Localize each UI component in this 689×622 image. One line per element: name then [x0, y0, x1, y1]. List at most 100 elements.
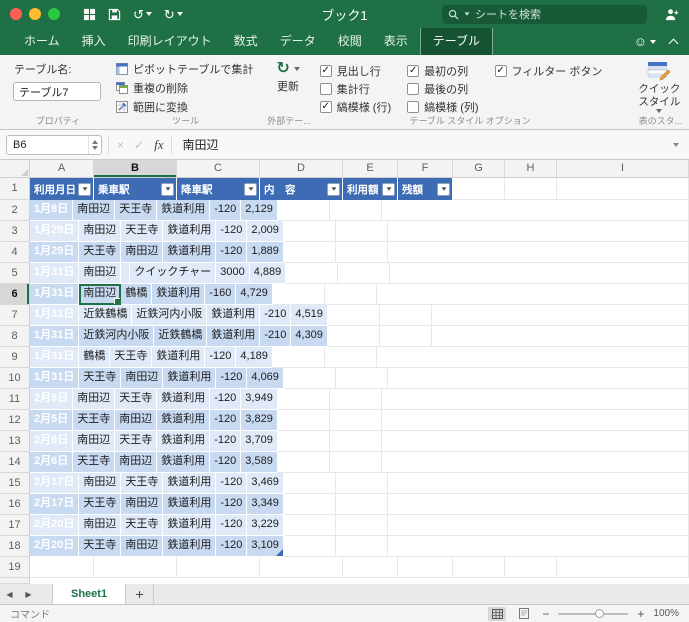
empty-cell[interactable]	[453, 557, 505, 578]
tab-page-layout[interactable]: 印刷レイアウト	[118, 26, 222, 55]
cell-A17[interactable]: 2月20日	[30, 515, 80, 536]
cell-A13[interactable]: 2月6日	[30, 431, 74, 452]
table-header-cell-F1[interactable]: 残額	[398, 178, 453, 200]
refresh-button[interactable]: ↻ 更新	[268, 60, 307, 95]
cell-F18[interactable]: 3,109	[247, 536, 284, 557]
cell-C17[interactable]: 天王寺	[121, 515, 164, 536]
cell-E4[interactable]: -120	[216, 242, 248, 263]
style-option-0[interactable]: ✓ 見出し行	[319, 64, 391, 78]
cell-E13[interactable]: -120	[210, 431, 242, 452]
tab-review[interactable]: 校閲	[328, 26, 372, 55]
cell-A12[interactable]: 2月5日	[30, 410, 74, 431]
empty-cell[interactable]	[387, 242, 689, 263]
cell-F2[interactable]: 2,129	[241, 200, 278, 221]
empty-cell[interactable]	[557, 178, 689, 200]
minimize-window-button[interactable]	[29, 8, 41, 20]
cell-E14[interactable]: -120	[210, 452, 242, 473]
refresh-dropdown-caret-icon[interactable]	[293, 67, 300, 71]
empty-cell[interactable]	[343, 557, 398, 578]
cell-E17[interactable]: -120	[216, 515, 248, 536]
empty-cell[interactable]	[379, 305, 432, 326]
empty-cell[interactable]	[387, 221, 689, 242]
sheet-nav-left-icon[interactable]: ◀	[0, 584, 19, 604]
cell-B10[interactable]: 天王寺	[79, 368, 122, 389]
empty-cell[interactable]	[335, 494, 388, 515]
column-header-C[interactable]: C	[177, 160, 260, 178]
cell-B5[interactable]: 南田辺	[79, 263, 122, 284]
cell-F17[interactable]: 3,229	[247, 515, 284, 536]
column-header-I[interactable]: I	[557, 160, 689, 178]
cell-F5[interactable]: 4,889	[249, 263, 287, 284]
cell-B13[interactable]: 南田辺	[73, 431, 116, 452]
cell-B18[interactable]: 天王寺	[79, 536, 122, 557]
cell-E9[interactable]: -120	[205, 347, 237, 368]
cell-E16[interactable]: -120	[216, 494, 248, 515]
cell-B8[interactable]: 近鉄河内小阪	[79, 326, 155, 347]
cell-E2[interactable]: -120	[210, 200, 242, 221]
empty-cell[interactable]	[277, 200, 330, 221]
style-option-5[interactable]: 縞模様 (列)	[407, 100, 479, 114]
tab-insert[interactable]: 挿入	[72, 26, 116, 55]
empty-cell[interactable]	[286, 263, 339, 284]
cell-A4[interactable]: 1月29日	[30, 242, 80, 263]
cell-A14[interactable]: 2月6日	[30, 452, 74, 473]
cell-B17[interactable]: 南田辺	[79, 515, 122, 536]
checkbox-icon[interactable]: ✓	[319, 101, 332, 113]
row-header-14[interactable]: 14	[0, 452, 30, 473]
empty-cell[interactable]	[379, 326, 432, 347]
empty-cell[interactable]	[329, 200, 382, 221]
empty-cell[interactable]	[283, 536, 336, 557]
row-header-2[interactable]: 2	[0, 200, 30, 221]
style-option-2[interactable]: ✓ 縞模様 (行)	[319, 100, 391, 114]
empty-cell[interactable]	[324, 284, 377, 305]
table-header-cell-E1[interactable]: 利用額	[343, 178, 398, 200]
row-header-6[interactable]: 6	[0, 284, 30, 305]
name-box[interactable]	[6, 134, 102, 155]
empty-cell[interactable]	[390, 263, 689, 284]
cell-A6[interactable]: 1月31日	[30, 284, 80, 305]
table-header-cell-D1[interactable]: 内 容	[260, 178, 343, 200]
row-header-18[interactable]: 18	[0, 536, 30, 557]
sheet-tab-sheet1[interactable]: Sheet1	[52, 584, 127, 604]
empty-cell[interactable]	[381, 410, 689, 431]
empty-cell[interactable]	[338, 263, 391, 284]
cell-F13[interactable]: 3,709	[241, 431, 278, 452]
empty-cell[interactable]	[505, 557, 557, 578]
checkbox-icon[interactable]	[319, 83, 332, 95]
row-header-3[interactable]: 3	[0, 221, 30, 242]
cell-C3[interactable]: 天王寺	[121, 221, 164, 242]
empty-cell[interactable]	[327, 326, 380, 347]
cell-E8[interactable]: -210	[260, 326, 292, 347]
expand-formula-bar-icon[interactable]	[673, 142, 679, 147]
style-option-1[interactable]: 集計行	[319, 82, 391, 96]
feedback-smiley-button[interactable]: ☺	[634, 34, 656, 49]
stepper-down-icon[interactable]	[92, 145, 98, 150]
filter-button[interactable]	[161, 182, 174, 196]
row-header-12[interactable]: 12	[0, 410, 30, 431]
cell-C9[interactable]: 天王寺	[110, 347, 153, 368]
empty-cell[interactable]	[335, 221, 388, 242]
row-header-9[interactable]: 9	[0, 347, 30, 368]
search-box[interactable]: シートを検索	[442, 4, 647, 24]
column-header-B[interactable]: B	[94, 160, 177, 178]
empty-cell[interactable]	[272, 347, 325, 368]
row-header-1[interactable]: 1	[0, 178, 30, 200]
empty-cell[interactable]	[329, 452, 382, 473]
cell-E12[interactable]: -120	[210, 410, 242, 431]
cell-A11[interactable]: 2月5日	[30, 389, 74, 410]
table-header-cell-B1[interactable]: 乗車駅	[94, 178, 177, 200]
style-option-3[interactable]: ✓ 最初の列	[407, 64, 478, 78]
empty-cell[interactable]	[335, 536, 388, 557]
cell-B4[interactable]: 天王寺	[79, 242, 122, 263]
sheet-nav-right-icon[interactable]: ▶	[19, 584, 38, 604]
cell-D2[interactable]: 鉄道利用	[157, 200, 211, 221]
empty-cell[interactable]	[381, 431, 689, 452]
cell-C6[interactable]: 鶴橋	[121, 284, 153, 305]
cell-E11[interactable]: -120	[210, 389, 242, 410]
cell-E18[interactable]: -120	[216, 536, 248, 557]
empty-cell[interactable]	[277, 389, 330, 410]
cell-B14[interactable]: 天王寺	[73, 452, 116, 473]
cell-A7[interactable]: 1月31日	[30, 305, 80, 326]
empty-cell[interactable]	[381, 389, 689, 410]
filter-button[interactable]	[437, 182, 450, 196]
